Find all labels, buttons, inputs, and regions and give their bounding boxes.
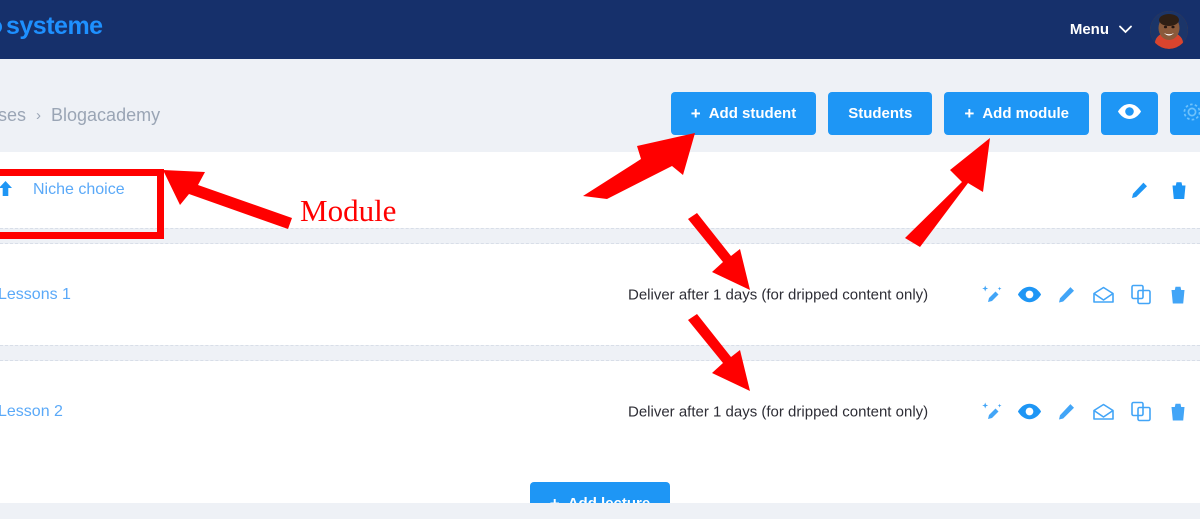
- magic-wand-icon[interactable]: [980, 282, 1005, 307]
- lesson-row-actions: [980, 282, 1190, 307]
- brand-name: systeme: [6, 12, 103, 40]
- students-button[interactable]: Students: [828, 92, 933, 135]
- pencil-icon[interactable]: [1054, 282, 1079, 307]
- add-module-label: Add module: [982, 105, 1069, 122]
- lesson-row: Lessons 1 Deliver after 1 days (for drip…: [0, 244, 1200, 345]
- course-content: Niche choice Lessons 1 Deliver after 1 d…: [0, 152, 1200, 519]
- envelope-icon[interactable]: [1091, 282, 1116, 307]
- students-label: Students: [848, 105, 913, 122]
- menu-label: Menu: [1069, 21, 1109, 38]
- brand-mark-icon: [0, 19, 2, 34]
- trash-icon[interactable]: [1168, 179, 1190, 201]
- add-module-button[interactable]: + Add module: [944, 92, 1089, 135]
- trash-icon[interactable]: [1165, 399, 1190, 424]
- lesson-title[interactable]: Lessons 1: [0, 286, 71, 304]
- eye-icon[interactable]: [1017, 282, 1042, 307]
- envelope-icon[interactable]: [1091, 399, 1116, 424]
- breadcrumb: urses › Blogacademy: [0, 105, 160, 126]
- pencil-icon[interactable]: [1054, 399, 1079, 424]
- menu-button[interactable]: Menu: [1070, 21, 1132, 38]
- row-divider: [0, 345, 1200, 361]
- module-row-actions: [1128, 179, 1190, 201]
- plus-icon: +: [964, 104, 975, 123]
- avatar[interactable]: [1150, 10, 1188, 49]
- pencil-icon[interactable]: [1128, 179, 1150, 201]
- magic-wand-icon[interactable]: [980, 399, 1005, 424]
- toolbar-actions: + Add student Students + Add module: [670, 92, 1200, 135]
- module-row: Niche choice: [0, 152, 1200, 228]
- chevron-down-icon: [1119, 21, 1132, 38]
- top-navbar: systeme Menu: [0, 0, 1200, 59]
- lesson-deliver-text: Deliver after 1 days (for dripped conten…: [628, 286, 929, 303]
- brand-logo[interactable]: systeme: [0, 12, 103, 41]
- settings-button[interactable]: [1170, 92, 1200, 135]
- trash-icon[interactable]: [1165, 282, 1190, 307]
- module-header[interactable]: Niche choice: [0, 180, 125, 201]
- arrow-up-icon[interactable]: [0, 180, 13, 201]
- breadcrumb-separator-icon: ›: [36, 107, 42, 124]
- navbar-right: Menu: [1070, 0, 1188, 59]
- lesson-deliver-text: Deliver after 1 days (for dripped conten…: [628, 403, 929, 420]
- gear-icon: [1181, 101, 1200, 127]
- duplicate-icon[interactable]: [1128, 282, 1153, 307]
- breadcrumb-item-current[interactable]: Blogacademy: [51, 105, 160, 126]
- page-root: systeme Menu ses › Blogacademy + Add stu…: [0, 0, 1200, 519]
- row-divider: [0, 228, 1200, 244]
- bottom-strip: [0, 503, 1200, 519]
- breadcrumb-item-courses[interactable]: urses: [0, 105, 26, 126]
- lesson-title[interactable]: Lesson 2: [0, 403, 63, 421]
- lesson-row-actions: [980, 399, 1190, 424]
- module-title[interactable]: Niche choice: [33, 181, 125, 199]
- plus-icon: +: [690, 104, 701, 123]
- add-student-label: Add student: [708, 105, 797, 122]
- add-student-button[interactable]: + Add student: [670, 92, 817, 135]
- lesson-row: Lesson 2 Deliver after 1 days (for dripp…: [0, 361, 1200, 462]
- eye-icon: [1117, 103, 1142, 124]
- preview-button[interactable]: [1101, 92, 1158, 135]
- eye-icon[interactable]: [1017, 399, 1042, 424]
- duplicate-icon[interactable]: [1128, 399, 1153, 424]
